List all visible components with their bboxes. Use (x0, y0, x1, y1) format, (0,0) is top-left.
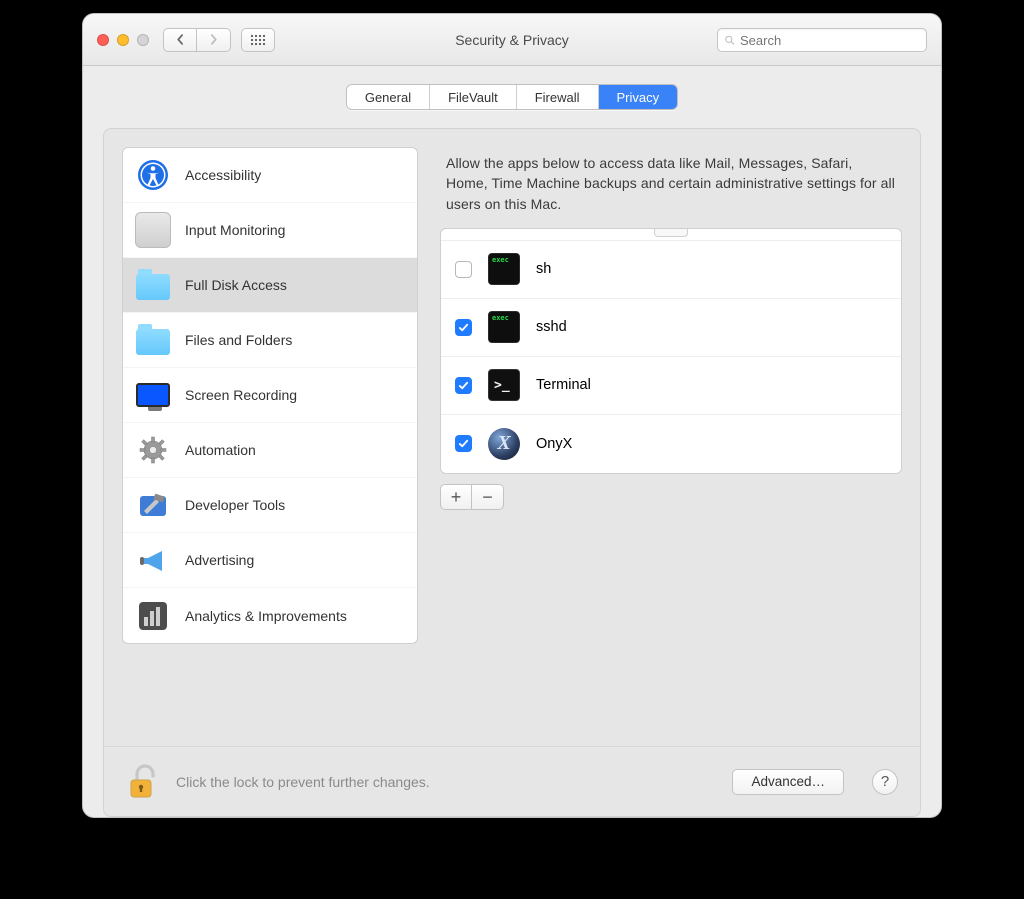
display-icon (135, 377, 171, 413)
sidebar-item-accessibility[interactable]: Accessibility (123, 148, 417, 203)
sidebar-item-label: Screen Recording (185, 387, 297, 403)
gear-icon (135, 432, 171, 468)
sidebar-item-screen-recording[interactable]: Screen Recording (123, 368, 417, 423)
hammer-icon (135, 487, 171, 523)
app-name: sshd (536, 319, 567, 335)
chevron-left-icon (175, 34, 186, 45)
exec-icon (488, 253, 520, 285)
folder-icon (135, 322, 171, 358)
show-all-button[interactable] (241, 28, 275, 52)
unlocked-padlock-icon (128, 763, 158, 801)
minimize-window-button[interactable] (117, 34, 129, 46)
help-button[interactable]: ? (872, 769, 898, 795)
titlebar: Security & Privacy (83, 14, 941, 66)
sidebar-item-label: Full Disk Access (185, 277, 287, 293)
keyboard-icon (135, 212, 171, 248)
sidebar-item-label: Automation (185, 442, 256, 458)
search-icon (724, 34, 735, 46)
list-overflow-indicator (441, 229, 901, 241)
megaphone-icon (135, 542, 171, 578)
zoom-window-button (137, 34, 149, 46)
nav-buttons (163, 28, 231, 52)
sidebar-item-label: Developer Tools (185, 497, 285, 513)
accessibility-icon (135, 157, 171, 193)
tab-filevault[interactable]: FileVault (430, 85, 517, 109)
search-input[interactable] (740, 33, 920, 48)
sidebar-item-label: Files and Folders (185, 332, 292, 348)
tab-firewall[interactable]: Firewall (517, 85, 599, 109)
app-list[interactable]: sh sshd >_ Terminal (440, 228, 902, 474)
privacy-category-list[interactable]: Accessibility Input Monitoring Full Disk… (122, 147, 418, 644)
sidebar-item-label: Accessibility (185, 167, 261, 183)
category-description: Allow the apps below to access data like… (440, 147, 902, 228)
remove-app-button[interactable]: − (472, 484, 504, 510)
prefs-window: Security & Privacy General FileVault Fir… (82, 13, 942, 818)
chevron-right-icon (208, 34, 219, 45)
detail-pane: Allow the apps below to access data like… (440, 147, 902, 728)
folder-icon (135, 267, 171, 303)
sidebar-item-automation[interactable]: Automation (123, 423, 417, 478)
sidebar-item-full-disk-access[interactable]: Full Disk Access (123, 258, 417, 313)
sidebar-item-label: Analytics & Improvements (185, 608, 347, 624)
add-app-button[interactable]: + (440, 484, 472, 510)
privacy-panel: Accessibility Input Monitoring Full Disk… (103, 128, 921, 817)
tab-privacy[interactable]: Privacy (599, 85, 678, 109)
panel-footer: Click the lock to prevent further change… (104, 746, 920, 816)
exec-icon (488, 311, 520, 343)
sidebar-item-input-monitoring[interactable]: Input Monitoring (123, 203, 417, 258)
tab-segmented-control: General FileVault Firewall Privacy (346, 84, 678, 110)
app-name: OnyX (536, 436, 572, 452)
search-field[interactable] (717, 28, 927, 52)
sidebar-item-advertising[interactable]: Advertising (123, 533, 417, 588)
app-name: Terminal (536, 377, 591, 393)
window-body: General FileVault Firewall Privacy (83, 66, 941, 817)
onyx-icon: X (488, 428, 520, 460)
app-row-sh[interactable]: sh (441, 241, 901, 299)
add-remove-controls: + − (440, 484, 902, 510)
tab-row: General FileVault Firewall Privacy (83, 84, 941, 110)
lock-button[interactable] (126, 762, 160, 802)
barchart-icon (135, 598, 171, 634)
checkbox-sshd[interactable] (455, 319, 472, 336)
close-window-button[interactable] (97, 34, 109, 46)
checkbox-terminal[interactable] (455, 377, 472, 394)
lock-hint-text: Click the lock to prevent further change… (176, 774, 716, 790)
advanced-button[interactable]: Advanced… (732, 769, 844, 795)
terminal-icon: >_ (488, 369, 520, 401)
sidebar-item-developer-tools[interactable]: Developer Tools (123, 478, 417, 533)
back-button[interactable] (163, 28, 197, 52)
sidebar-item-label: Advertising (185, 552, 254, 568)
app-name: sh (536, 261, 551, 277)
sidebar-item-label: Input Monitoring (185, 222, 285, 238)
forward-button[interactable] (197, 28, 231, 52)
checkbox-onyx[interactable] (455, 435, 472, 452)
window-controls (97, 34, 149, 46)
tab-general[interactable]: General (347, 85, 430, 109)
app-row-onyx[interactable]: X OnyX (441, 415, 901, 473)
app-row-sshd[interactable]: sshd (441, 299, 901, 357)
checkbox-sh[interactable] (455, 261, 472, 278)
grid-icon (250, 34, 266, 46)
app-row-terminal[interactable]: >_ Terminal (441, 357, 901, 415)
sidebar-item-analytics[interactable]: Analytics & Improvements (123, 588, 417, 643)
sidebar-item-files-and-folders[interactable]: Files and Folders (123, 313, 417, 368)
